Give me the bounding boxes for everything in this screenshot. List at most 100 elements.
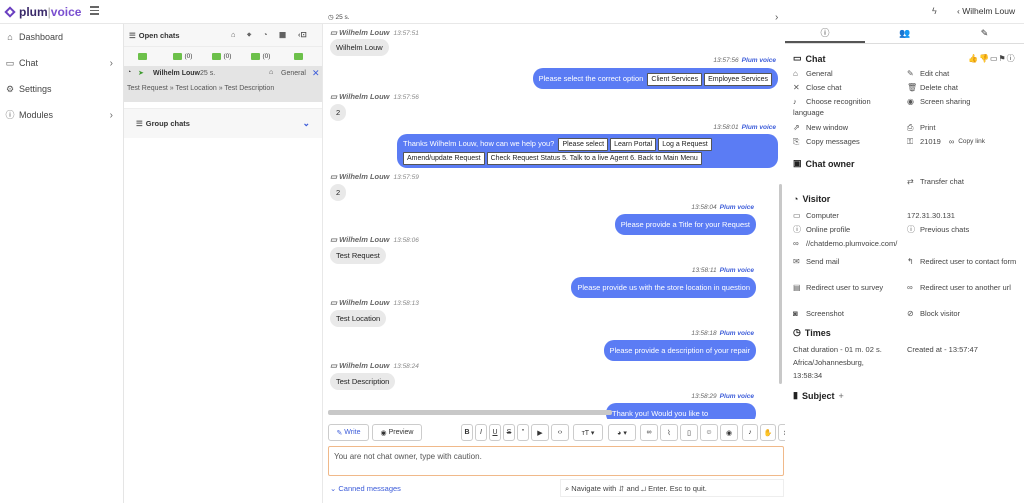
italic-button[interactable]: I: [475, 424, 487, 441]
thumbs-down-icon[interactable]: 👎: [979, 54, 990, 63]
message-list[interactable]: ▭ Wilhelm Louw 13:57:51 Wilhelm Louw 13:5…: [324, 24, 784, 419]
location-icon[interactable]: ⌖: [247, 30, 251, 40]
tab-edit[interactable]: ✎: [945, 24, 1024, 43]
microphone-icon[interactable]: ♪: [742, 424, 758, 441]
write-tab[interactable]: ✎ Write: [328, 424, 369, 441]
print-item[interactable]: ⎙ Print: [907, 122, 935, 133]
search-icon: ⌕: [565, 484, 570, 493]
quick-reply-button[interactable]: Check Request Status 5. Talk to a live A…: [486, 152, 702, 165]
sidebar-item-settings[interactable]: ⚙ Settings: [0, 76, 123, 102]
horizontal-scrollbar[interactable]: [328, 410, 612, 415]
redirect-url-item[interactable]: ∞ Redirect user to another url: [907, 282, 1019, 293]
strike-button[interactable]: S: [503, 424, 515, 441]
timer-icon[interactable]: ◔: [263, 30, 268, 39]
group-chats-title: Group chats: [145, 119, 190, 128]
eye-icon[interactable]: ◉: [720, 424, 738, 441]
chat-path: Test Request » Test Location » Test Desc…: [127, 85, 275, 92]
grid-icon[interactable]: ▦: [279, 30, 286, 39]
quick-reply-button[interactable]: Employee Services: [704, 73, 772, 86]
quick-reply-button[interactable]: Please select: [558, 138, 609, 151]
close-chat-item[interactable]: ✕ Close chat: [793, 82, 841, 93]
canned-search[interactable]: ⌕ Navigate with ⇵ and ↵ Enter. Esc to qu…: [560, 479, 784, 497]
underline-button[interactable]: U: [489, 424, 501, 441]
online-profile-item[interactable]: ⓘ Online profile: [793, 224, 850, 235]
color-icon[interactable]: ◕ ▾: [608, 424, 636, 441]
copy-messages-item[interactable]: ⎘ Copy messages: [793, 136, 860, 147]
tab-info[interactable]: ⓘ: [785, 24, 865, 43]
code-icon[interactable]: ‹›: [551, 424, 569, 441]
canned-messages-toggle[interactable]: ⌄ Canned messages: [330, 484, 401, 493]
attachment-icon[interactable]: ⌇: [660, 424, 678, 441]
user-menu[interactable]: ‹ Wilhelm Louw: [957, 6, 1015, 16]
list-icon: ☰: [136, 119, 143, 128]
logo[interactable]: plum|voice: [4, 5, 81, 19]
quick-reply-button[interactable]: Client Services: [647, 73, 703, 86]
edit-chat-item[interactable]: ✎ Edit chat: [907, 68, 949, 79]
quick-reply-button[interactable]: Learn Portal: [610, 138, 657, 151]
chevron-down-icon[interactable]: ⌄: [302, 118, 310, 129]
info-icon[interactable]: ⓘ: [1007, 54, 1016, 63]
recognition-language-item[interactable]: ♪ Choose recognition language: [793, 96, 893, 118]
quick-reply-button[interactable]: Amend/update Request: [403, 152, 485, 165]
thumbs-up-icon[interactable]: 👍: [968, 54, 979, 63]
filter-unread[interactable]: (0): [202, 53, 241, 60]
chat-bubbles-icon: [137, 53, 147, 60]
department-item[interactable]: ⌂ General: [793, 68, 833, 79]
file-icon[interactable]: ▯: [680, 424, 698, 441]
delete-chat-item[interactable]: 🗑 Delete chat: [907, 82, 958, 93]
quote-button[interactable]: ": [517, 424, 529, 441]
screen-share-icon: ◉: [907, 97, 914, 106]
redirect-survey-item[interactable]: ▤ Redirect user to survey: [793, 282, 883, 293]
visitor-url[interactable]: ∞//chatdemo.plumvoice.com/: [793, 238, 897, 249]
home-icon: ⌂: [793, 69, 798, 78]
tab-participants[interactable]: 👥: [865, 24, 945, 43]
screenshot-item[interactable]: ◙ Screenshot: [793, 308, 844, 319]
preview-tab[interactable]: ◉ Preview: [372, 424, 422, 441]
open-chats-header[interactable]: ☰ Open chats ⌂ ⌖ ◔ ▦ ‹⊡: [124, 24, 322, 46]
operator-name: Plum voice: [719, 267, 754, 274]
redirect-contact-item[interactable]: ↰ Redirect user to contact form: [907, 256, 1019, 267]
hand-icon[interactable]: ✋: [760, 424, 776, 441]
visitor-header: ▭ Wilhelm Louw 13:58:06: [330, 235, 419, 244]
flag-icon[interactable]: ⚑: [999, 54, 1007, 63]
previous-chats-item[interactable]: ⓘ Previous chats: [907, 224, 969, 235]
visitor-message: 2: [330, 184, 347, 201]
comment-icon[interactable]: ▭: [990, 54, 999, 63]
close-chat-icon[interactable]: ✕: [312, 68, 320, 79]
new-window-item[interactable]: ⇗ New window: [793, 122, 848, 133]
timer-text: 25 s.: [335, 14, 350, 21]
bold-button[interactable]: B: [461, 424, 473, 441]
message-input[interactable]: You are not chat owner, type with cautio…: [328, 446, 784, 476]
filter-active[interactable]: [124, 53, 163, 60]
add-subject-button[interactable]: +: [838, 391, 843, 401]
font-size-icon[interactable]: тT ▾: [573, 424, 603, 441]
screen-sharing-item[interactable]: ◉ Screen sharing: [907, 96, 970, 107]
transfer-chat-item[interactable]: ⇄ Transfer chat: [907, 176, 964, 187]
filter-bot[interactable]: [280, 53, 319, 60]
group-chats-header[interactable]: ☰ Group chats ⌄: [124, 108, 322, 138]
quick-reply-button[interactable]: Log a Request: [658, 138, 712, 151]
sidebar-item-dashboard[interactable]: ⌂ Dashboard: [0, 24, 123, 50]
block-visitor-item[interactable]: ⊘ Block visitor: [907, 308, 960, 319]
hamburger-menu-icon[interactable]: [90, 6, 99, 15]
message-time: 13:58:01: [713, 124, 739, 131]
home-filter-icon[interactable]: ⌂: [231, 30, 236, 39]
emoji-icon[interactable]: ☺: [700, 424, 718, 441]
message-time: 13:58:04: [691, 204, 717, 211]
link-icon[interactable]: ∞: [640, 424, 658, 441]
expand-chevron-icon[interactable]: ›: [775, 12, 778, 23]
video-icon[interactable]: ▶: [531, 424, 549, 441]
sidebar-item-chat[interactable]: ▭ Chat ›: [0, 50, 123, 76]
filter-mine[interactable]: (0): [163, 53, 202, 60]
filter-pending[interactable]: (0): [241, 53, 280, 60]
message-icon: [211, 53, 221, 60]
vertical-scrollbar[interactable]: [779, 184, 782, 384]
collapse-icon[interactable]: ‹⊡: [298, 30, 307, 39]
sidebar-item-modules[interactable]: ⓘ Modules ›: [0, 102, 123, 128]
send-mail-item[interactable]: ✉ Send mail: [793, 256, 839, 267]
visitor-section-title: ◔ Visitor: [793, 194, 830, 204]
pencil-icon: ✎: [980, 28, 989, 38]
chat-list-item[interactable]: ◔ ➤ Wilhelm Louw 25 s. ⌂ General ✕ Test …: [124, 66, 322, 102]
copy-link-button[interactable]: Copy link: [958, 136, 985, 147]
flash-icon[interactable]: ϟ: [932, 6, 937, 16]
